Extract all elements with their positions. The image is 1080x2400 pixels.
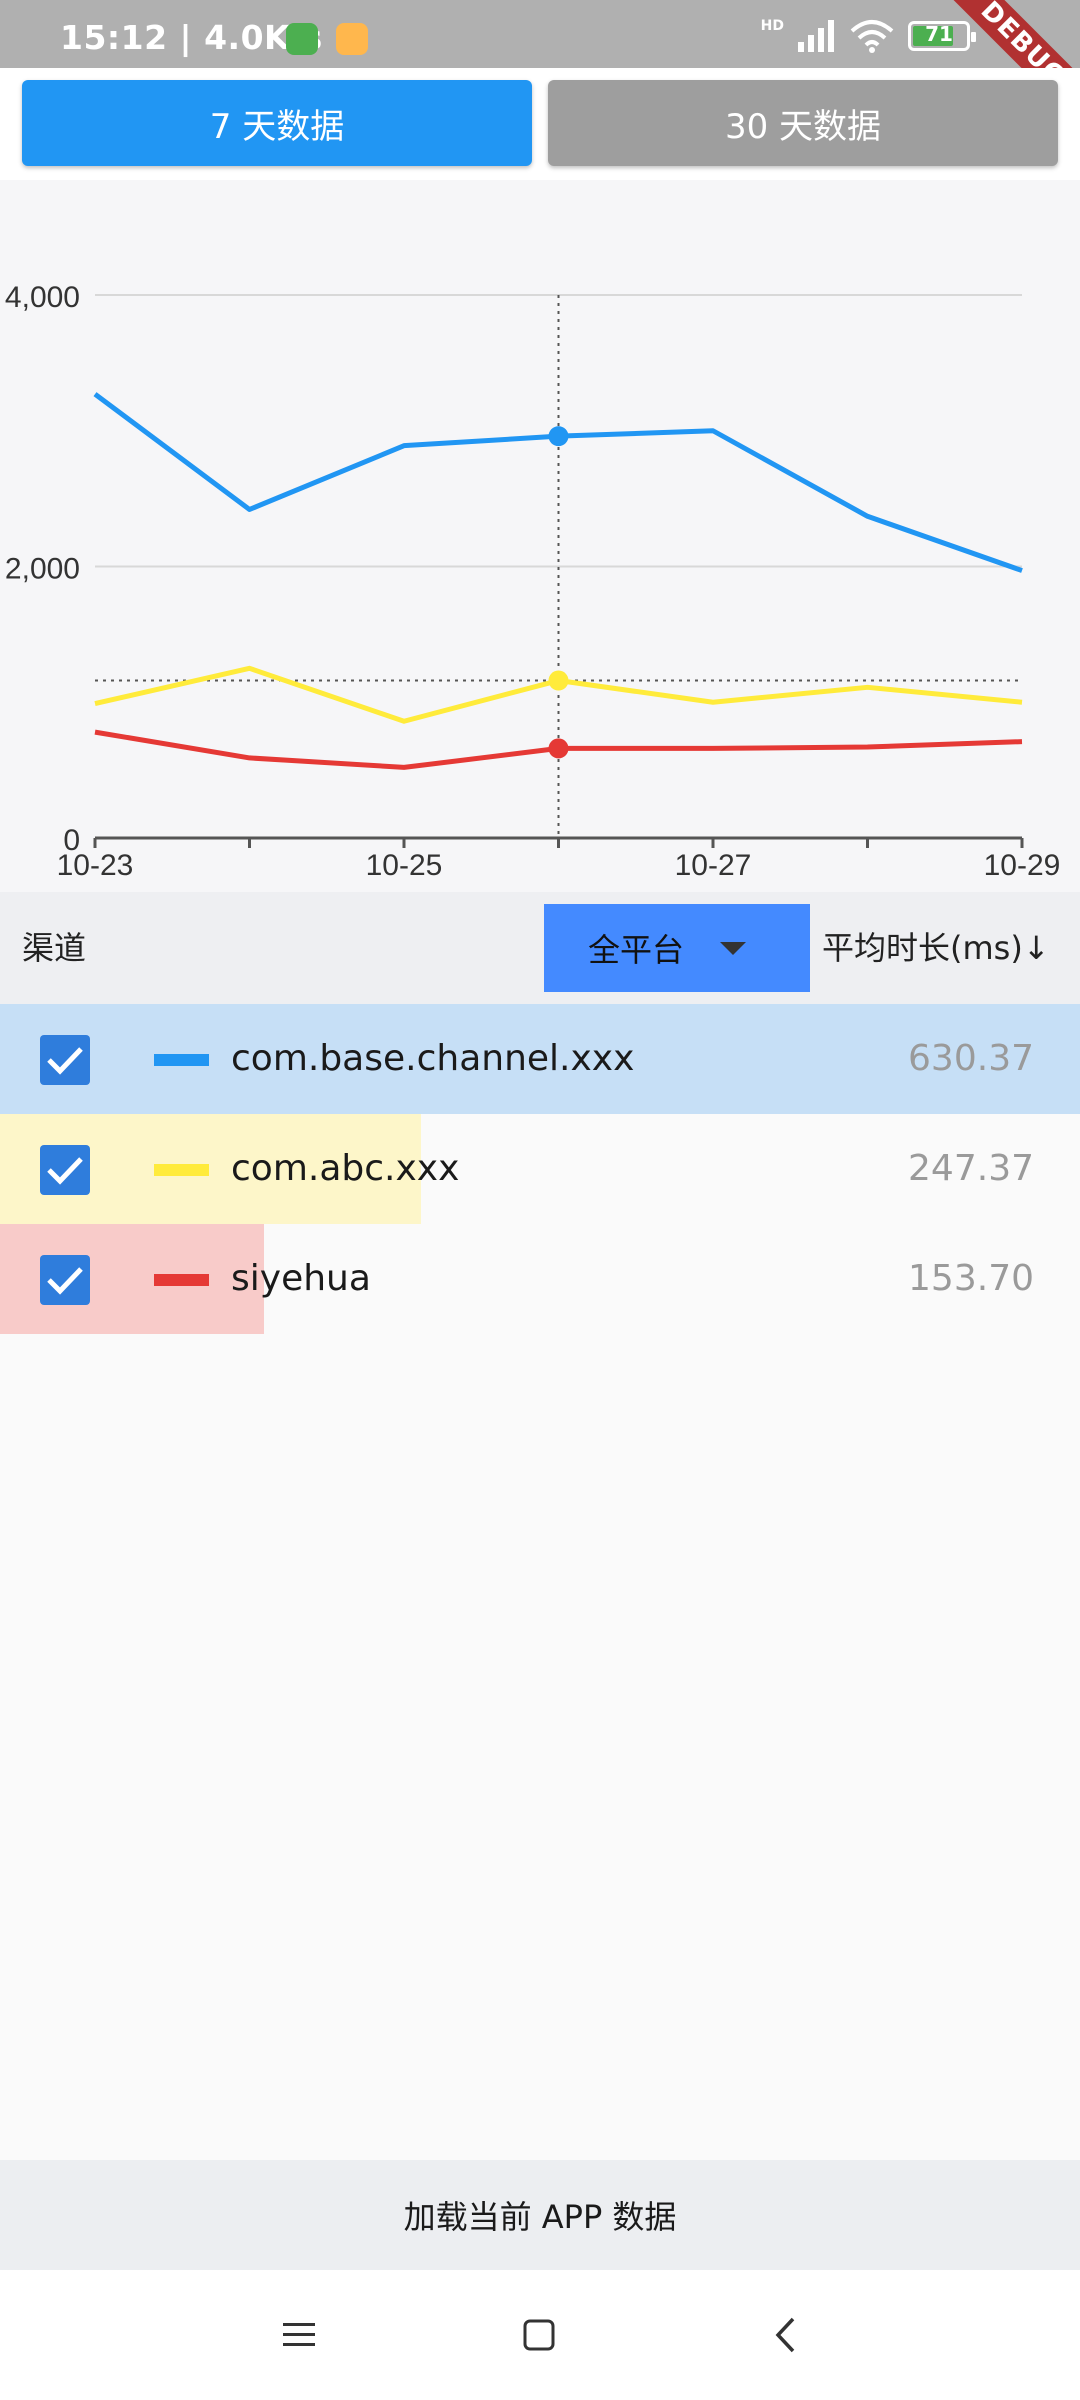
signal-icon [798,20,834,52]
series-color-swatch [154,1054,209,1066]
channel-row[interactable]: com.base.channel.xxx 630.37 [0,1004,1080,1114]
message-notification-icon [336,23,368,55]
channel-checkbox[interactable] [40,1035,90,1085]
home-icon [523,2319,555,2351]
tab-30-days[interactable]: 30 天数据 [548,80,1058,166]
channel-avg-duration: 153.70 [908,1258,1034,1299]
channel-name: siyehua [231,1258,371,1299]
channel-name: com.abc.xxx [231,1148,460,1189]
back-button[interactable] [750,2300,820,2370]
menu-button[interactable] [264,2300,334,2370]
channel-row[interactable]: siyehua 153.70 [0,1224,1080,1334]
home-button[interactable] [504,2300,574,2370]
series-point-1 [548,670,569,691]
wechat-notification-icon [286,23,318,55]
channel-avg-duration: 247.37 [908,1148,1034,1189]
channel-name: com.base.channel.xxx [231,1038,635,1079]
channel-row[interactable]: com.abc.xxx 247.37 [0,1114,1080,1224]
y-tick-label: 2,000 [5,553,80,586]
status-bar: 15:12 | 4.0K/s HD 71 DEBUG [0,0,1080,139]
menu-icon [283,2323,315,2346]
checkmark-icon [47,1267,83,1295]
back-icon [775,2317,795,2353]
series-point-0 [548,426,569,447]
series-point-2 [548,738,569,759]
system-nav-bar [0,2270,1080,2400]
load-current-app-data-button[interactable]: 加载当前 APP 数据 [0,2160,1080,2270]
channel-list: com.base.channel.xxx 630.37 com.abc.xxx … [0,1004,1080,1334]
y-tick-label: 4,000 [5,281,80,314]
platform-dropdown[interactable]: 全平台 [544,904,810,992]
x-tick-label: 10-27 [675,849,752,882]
line-chart-svg: 02,0004,00010-23 10-25 10-27 10-29 [5,281,1061,882]
checkmark-icon [47,1157,83,1185]
app-screen: 15:12 | 4.0K/s HD 71 DEBUG 7 天数据 30 天数据 … [0,0,1080,2400]
network-hd-label: HD [760,18,784,34]
series-color-swatch [154,1274,209,1286]
dropdown-arrow-icon [720,942,746,955]
channel-column-header: 渠道 [22,929,87,967]
table-header: 渠道 全平台 平均时长(ms)↓ [0,892,1080,1004]
status-time-speed: 15:12 | 4.0K/s [60,18,323,57]
wifi-icon [850,20,894,53]
battery-icon: 71 [908,21,976,51]
avg-duration-sort-header[interactable]: 平均时长(ms)↓ [822,892,1050,1004]
channel-avg-duration: 630.37 [908,1038,1034,1079]
channel-checkbox[interactable] [40,1145,90,1195]
channel-checkbox[interactable] [40,1255,90,1305]
platform-dropdown-value: 全平台 [588,931,685,969]
range-tab-bar: 7 天数据 30 天数据 [0,68,1080,180]
x-tick-label: 10-23 [57,849,134,882]
line-chart[interactable]: 0 2,000 4,000 10-23 10-25 10-27 10-29 [0,180,1080,892]
checkmark-icon [47,1047,83,1075]
tab-7-days[interactable]: 7 天数据 [22,80,532,166]
status-indicators: HD 71 [760,16,976,56]
x-tick-label: 10-29 [984,849,1061,882]
series-color-swatch [154,1164,209,1176]
battery-level: 71 [925,22,953,46]
x-tick-label: 10-25 [366,849,443,882]
